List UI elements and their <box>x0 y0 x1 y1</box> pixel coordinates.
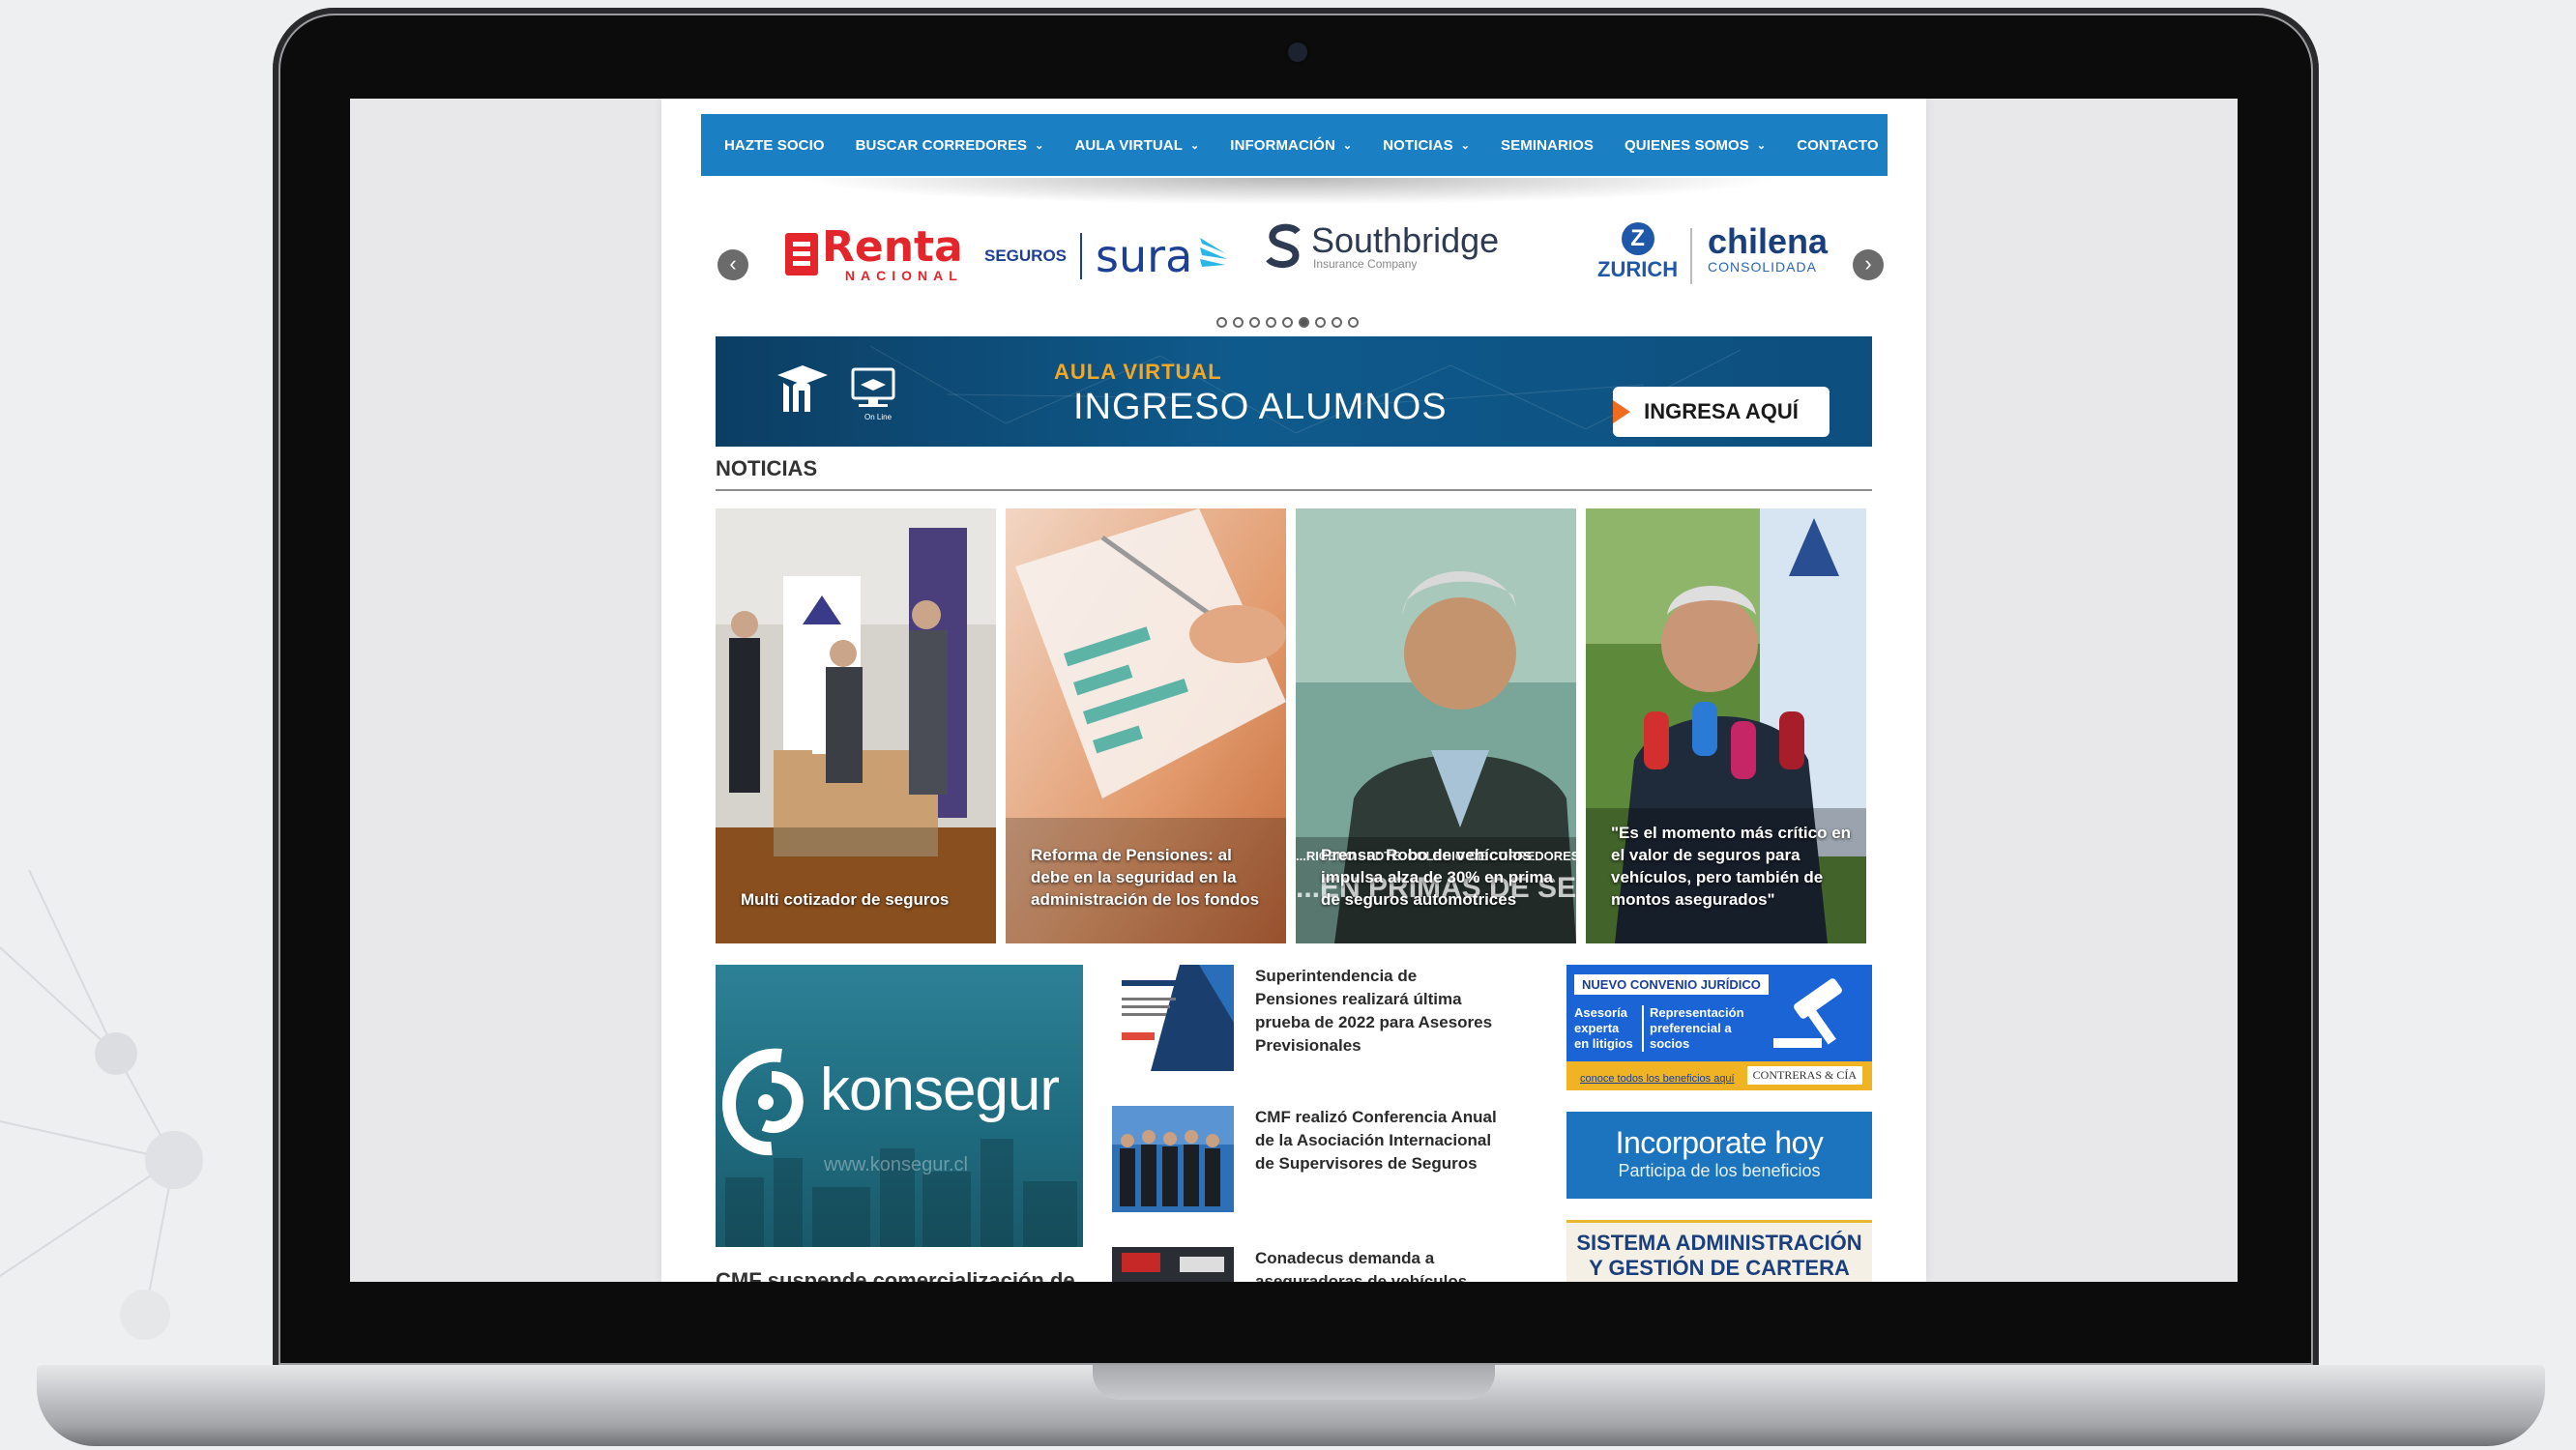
main-nav: HAZTE SOCIO BUSCAR CORREDORES ⌄ AULA VIRT… <box>701 114 1888 176</box>
network-decoration <box>0 870 203 1340</box>
carousel-dot[interactable] <box>1332 317 1342 328</box>
list-item[interactable]: CMF realizó Conferencia Anual de la Asoc… <box>1112 1106 1497 1212</box>
konsegur-name: konsegur <box>820 1057 1060 1123</box>
incorporate-hoy-ad[interactable]: Incorporate hoy Participa de los benefic… <box>1566 1112 1872 1199</box>
nav-item-hazte-socio[interactable]: HAZTE SOCIO <box>724 137 825 154</box>
news-card[interactable]: Reforma de Pensiones: al debe en la segu… <box>1006 508 1286 943</box>
graduation-cap-icon: On Line <box>777 365 895 421</box>
nav-item-quienes-somos[interactable]: QUIENES SOMOS ⌄ <box>1625 137 1766 154</box>
carousel-dot[interactable] <box>1315 317 1326 328</box>
convenio-juridico-ad[interactable]: NUEVO CONVENIO JURÍDICO Asesoría experta… <box>1566 965 1872 1090</box>
sistema-gestion-ad[interactable]: SISTEMA ADMINISTRACIÓN Y GESTIÓN DE CART… <box>1566 1220 1872 1282</box>
news-thumbnail-image <box>1112 1106 1234 1212</box>
carousel-dot[interactable] <box>1216 317 1227 328</box>
news-thumbnail-image <box>1112 1247 1234 1282</box>
nav-item-aula-virtual[interactable]: AULA VIRTUAL ⌄ <box>1075 137 1200 154</box>
list-item[interactable]: Conadecus demanda a aseguradoras de vehí… <box>1112 1247 1497 1282</box>
renta-mark-icon <box>785 233 818 276</box>
sponsor-logo-renta-nacional[interactable]: Renta NACIONAL <box>785 226 963 282</box>
gavel-icon <box>1773 978 1842 1048</box>
section-divider <box>716 489 1872 491</box>
news-card[interactable]: "Es el momento más crítico en el valor d… <box>1586 508 1866 943</box>
section-title-noticias: NOTICIAS <box>716 456 818 480</box>
news-card-caption: Multi cotizador de seguros <box>741 890 950 909</box>
konsegur-url: www.konsegur.cl <box>824 1154 968 1175</box>
sponsor-logo-zurich[interactable]: Z ZURICH <box>1597 222 1678 282</box>
news-card[interactable]: Multi cotizador de seguros <box>716 508 996 943</box>
nav-item-noticias[interactable]: NOTICIAS ⌄ <box>1383 137 1470 154</box>
carousel-prev-button[interactable]: ‹ <box>717 249 748 280</box>
news-thumbnail <box>1112 1106 1234 1212</box>
carousel-dot[interactable] <box>1266 317 1276 328</box>
ingresa-aqui-button[interactable]: INGRESA AQUÍ <box>1613 387 1830 437</box>
news-card-photo <box>716 508 996 943</box>
news-card[interactable]: ...RICENO • PDTE. COLEGIO DE CORREDORES … <box>1296 508 1576 943</box>
news-list-title: Conadecus demanda a aseguradoras de vehí… <box>1255 1249 1468 1282</box>
southbridge-s-icon <box>1266 223 1301 268</box>
web-page: HAZTE SOCIO BUSCAR CORREDORES ⌄ AULA VIRT… <box>661 99 1926 1282</box>
logo-divider <box>1690 228 1692 284</box>
chevron-down-icon: ⌄ <box>1342 139 1353 152</box>
news-thumbnail-image <box>1112 965 1234 1071</box>
chevron-down-icon: ⌄ <box>1756 139 1767 152</box>
news-headline-cut[interactable]: CMF suspende comercialización de <box>716 1268 1075 1282</box>
news-list-title: Superintendencia de Pensiones realizará … <box>1255 967 1493 1055</box>
carousel-dot-active[interactable] <box>1299 317 1309 328</box>
news-thumbnail <box>1112 1247 1234 1282</box>
aula-virtual-banner[interactable]: On Line AULA VIRTUAL INGRESO ALUMNOS ING… <box>716 336 1872 447</box>
nav-item-contacto[interactable]: CONTACTO <box>1797 137 1878 154</box>
sponsor-logo-southbridge[interactable]: Southbridge Insurance Company <box>1263 222 1499 271</box>
list-item[interactable]: Superintendencia de Pensiones realizará … <box>1112 965 1497 1071</box>
carousel-next-button[interactable]: › <box>1853 249 1884 280</box>
chevron-right-icon: › <box>1864 251 1872 276</box>
chevron-down-icon: ⌄ <box>1035 139 1044 152</box>
nav-shadow <box>797 178 1783 205</box>
nav-item-buscar-corredores[interactable]: BUSCAR CORREDORES ⌄ <box>856 137 1044 154</box>
carousel-dot[interactable] <box>1348 317 1359 328</box>
zurich-z-icon: Z <box>1621 222 1654 255</box>
konsegur-ad[interactable]: konsegur www.konsegur.cl <box>716 965 1083 1247</box>
news-thumbnail <box>1112 965 1234 1071</box>
news-card-caption: "Es el momento más crítico en el valor d… <box>1611 824 1852 909</box>
news-list-title: CMF realizó Conferencia Anual de la Asoc… <box>1255 1108 1497 1173</box>
sponsor-logo-chilena-consolidada[interactable]: chilena CONSOLIDADA <box>1708 224 1828 276</box>
laptop-screen: HAZTE SOCIO BUSCAR CORREDORES ⌄ AULA VIRT… <box>350 99 2238 1282</box>
sponsor-logo-sura[interactable]: SEGUROS sura <box>984 230 1231 282</box>
sura-wing-icon <box>1200 238 1228 267</box>
news-card-caption: Reforma de Pensiones: al debe en la segu… <box>1031 846 1260 909</box>
svg-text:On Line: On Line <box>864 413 893 421</box>
banner-title: INGRESO ALUMNOS <box>1073 387 1448 427</box>
chevron-down-icon: ⌄ <box>1460 139 1471 152</box>
laptop-notch <box>1093 1365 1495 1400</box>
carousel-dot[interactable] <box>1233 317 1244 328</box>
banner-kicker: AULA VIRTUAL <box>1054 360 1222 384</box>
carousel-dot[interactable] <box>1282 317 1293 328</box>
nav-item-informacion[interactable]: INFORMACIÓN ⌄ <box>1230 137 1352 154</box>
webcam <box>1288 43 1307 62</box>
carousel-dot[interactable] <box>1249 317 1260 328</box>
carousel-dots <box>1216 317 1359 328</box>
chevron-down-icon: ⌄ <box>1189 139 1200 152</box>
convenio-link[interactable]: conoce todos los beneficios aquí <box>1580 1073 1735 1085</box>
chevron-left-icon: ‹ <box>729 251 737 276</box>
news-card-caption: Prensa: Robo de vehículos impulsa alza d… <box>1321 846 1553 909</box>
konsegur-logo-icon <box>721 1048 804 1156</box>
nav-item-seminarios[interactable]: SEMINARIOS <box>1501 137 1594 154</box>
